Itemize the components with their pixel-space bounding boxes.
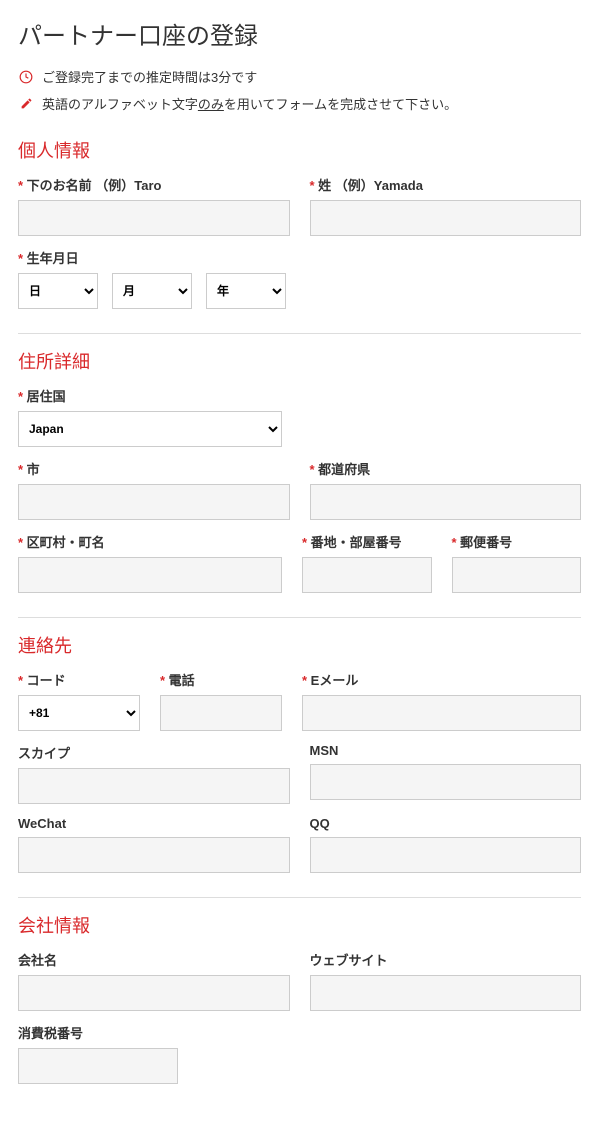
label-phone: * 電話 bbox=[160, 670, 282, 689]
input-tax[interactable] bbox=[18, 1048, 178, 1084]
section-company: 会社情報 会社名 ウェブサイト 消費税番号 bbox=[18, 912, 581, 1084]
label-wechat: WeChat bbox=[18, 816, 290, 831]
pencil-icon bbox=[18, 97, 34, 110]
input-email[interactable] bbox=[302, 695, 581, 731]
label-lastname: * 姓 （例）Yamada bbox=[310, 175, 582, 194]
label-tax: 消費税番号 bbox=[18, 1023, 581, 1042]
input-phone[interactable] bbox=[160, 695, 282, 731]
heading-company: 会社情報 bbox=[18, 912, 581, 938]
label-dob: * 生年月日 bbox=[18, 248, 581, 267]
divider bbox=[18, 897, 581, 898]
label-address: * 番地・部屋番号 bbox=[302, 532, 432, 551]
input-address[interactable] bbox=[302, 557, 432, 593]
label-district: * 区町村・町名 bbox=[18, 532, 282, 551]
label-msn: MSN bbox=[310, 743, 582, 758]
label-country: * 居住国 bbox=[18, 386, 581, 405]
input-skype[interactable] bbox=[18, 768, 290, 804]
info-list: ご登録完了までの推定時間は3分です 英語のアルファベット文字のみを用いてフォーム… bbox=[18, 67, 581, 113]
label-email: * Eメール bbox=[302, 670, 581, 689]
label-company: 会社名 bbox=[18, 950, 290, 969]
label-website: ウェブサイト bbox=[310, 950, 582, 969]
heading-personal: 個人情報 bbox=[18, 137, 581, 163]
input-firstname[interactable] bbox=[18, 200, 290, 236]
clock-icon bbox=[18, 70, 34, 84]
heading-address: 住所詳細 bbox=[18, 348, 581, 374]
select-month[interactable]: 月 bbox=[112, 273, 192, 309]
info-language: 英語のアルファベット文字のみを用いてフォームを完成させて下さい。 bbox=[18, 94, 581, 113]
input-website[interactable] bbox=[310, 975, 582, 1011]
input-prefecture[interactable] bbox=[310, 484, 582, 520]
input-postal[interactable] bbox=[452, 557, 582, 593]
label-firstname: * 下のお名前 （例）Taro bbox=[18, 175, 290, 194]
label-postal: * 郵便番号 bbox=[452, 532, 582, 551]
select-code[interactable]: +81 bbox=[18, 695, 140, 731]
input-district[interactable] bbox=[18, 557, 282, 593]
label-skype: スカイプ bbox=[18, 743, 290, 762]
page-title: パートナー口座の登録 bbox=[18, 16, 581, 51]
divider bbox=[18, 617, 581, 618]
input-company[interactable] bbox=[18, 975, 290, 1011]
section-address: 住所詳細 * 居住国 Japan * 市 * 都道府県 * 区町村・町名 * 番… bbox=[18, 348, 581, 593]
label-city: * 市 bbox=[18, 459, 290, 478]
select-year[interactable]: 年 bbox=[206, 273, 286, 309]
info-time-text: ご登録完了までの推定時間は3分です bbox=[42, 67, 257, 86]
info-language-text: 英語のアルファベット文字のみを用いてフォームを完成させて下さい。 bbox=[42, 94, 457, 113]
select-day[interactable]: 日 bbox=[18, 273, 98, 309]
select-country[interactable]: Japan bbox=[18, 411, 282, 447]
section-personal: 個人情報 * 下のお名前 （例）Taro * 姓 （例）Yamada * 生年月… bbox=[18, 137, 581, 309]
input-wechat[interactable] bbox=[18, 837, 290, 873]
divider bbox=[18, 333, 581, 334]
info-time: ご登録完了までの推定時間は3分です bbox=[18, 67, 581, 86]
label-code: * コード bbox=[18, 670, 140, 689]
section-contact: 連絡先 * コード +81 * 電話 * Eメール スカイプ MSN WeCha… bbox=[18, 632, 581, 873]
label-prefecture: * 都道府県 bbox=[310, 459, 582, 478]
input-msn[interactable] bbox=[310, 764, 582, 800]
input-city[interactable] bbox=[18, 484, 290, 520]
label-qq: QQ bbox=[310, 816, 582, 831]
input-lastname[interactable] bbox=[310, 200, 582, 236]
input-qq[interactable] bbox=[310, 837, 582, 873]
heading-contact: 連絡先 bbox=[18, 632, 581, 658]
